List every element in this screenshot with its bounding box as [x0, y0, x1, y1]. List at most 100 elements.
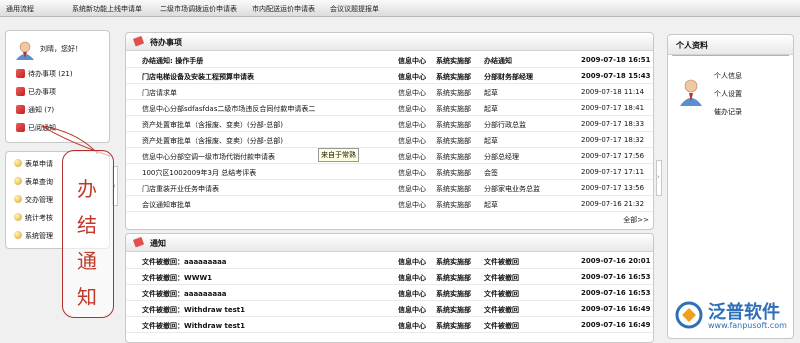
row-step: 办结通知	[484, 57, 512, 65]
row-time: 2009-07-16 16:53	[581, 289, 651, 297]
row-dept: 系统实施部	[436, 57, 471, 65]
row-title[interactable]: 文件被撤回：aaaaaaaaa	[142, 257, 227, 267]
menu-bullet-icon	[14, 231, 22, 239]
read-notice-icon	[16, 123, 25, 132]
row-title[interactable]: 资产处置审批单（含报废、变卖）(分部-总部)	[142, 120, 283, 130]
row-center: 信息中心	[398, 185, 426, 193]
table-row[interactable]: 办结通知: 操作手册 信息中心 系统实施部 办结通知 2009-07-18 16:51	[126, 52, 653, 68]
right-collapse-handle[interactable]: ›	[656, 160, 662, 196]
menu-bullet-icon	[14, 195, 22, 203]
row-center: 信息中心	[398, 201, 426, 209]
row-step: 分部总经理	[484, 153, 519, 161]
user-item-todo[interactable]: 待办事项 (21)	[16, 69, 73, 79]
todo-panel: 待办事项 办结通知: 操作手册 信息中心 系统实施部 办结通知 2009-07-18 1…	[125, 32, 654, 230]
row-title[interactable]: 文件被撤回：WWW1	[142, 273, 212, 283]
user-avatar-icon	[16, 41, 34, 60]
greeting: 刘晴，您好！	[40, 45, 82, 53]
profile-link-urge-records[interactable]: 催办记录	[714, 107, 742, 117]
table-row[interactable]: 信息中心分部空调一级市场代销付款申请表 信息中心 系统实施部 分部总经理 2009-07…	[126, 148, 653, 164]
table-row[interactable]: 资产处置审批单（含报废、变卖）(分部-总部) 信息中心 系统实施部 分部行政总监 200…	[126, 116, 653, 132]
row-title[interactable]: 文件被撤回：Withdraw test1	[142, 305, 245, 315]
table-row[interactable]: 门店重装开业任务申请表 信息中心 系统实施部 分部家电业务总监 2009-07-17 1…	[126, 180, 653, 196]
row-title[interactable]: 信息中心分部空调一级市场代销付款申请表	[142, 152, 275, 162]
menu-item-system[interactable]: 系统管理	[14, 231, 53, 241]
user-item-done[interactable]: 已办事项	[16, 87, 56, 97]
row-time: 2009-07-17 18:32	[581, 136, 645, 144]
table-row[interactable]: 会议通知审批单 信息中心 系统实施部 起草 2009-07-16 21:32	[126, 196, 653, 212]
profile-divider	[672, 55, 789, 56]
row-dept: 系统实施部	[436, 185, 471, 193]
top-menu-item[interactable]: 二级市场调拨运价申请表	[160, 4, 237, 14]
user-item-notice[interactable]: 通知 (7)	[16, 105, 54, 115]
row-title[interactable]: 文件被撤回：Withdraw test1	[142, 321, 245, 331]
row-step: 起草	[484, 137, 498, 145]
row-time: 2009-07-17 13:56	[581, 184, 645, 192]
notice-panel-icon	[133, 237, 144, 248]
todo-icon	[16, 69, 25, 78]
table-row[interactable]: 信息中心分部sdfasfdas二级市场违反合同付款申请表二 信息中心 系统实施部 起草…	[126, 100, 653, 116]
row-title[interactable]: 信息中心分部sdfasfdas二级市场违反合同付款申请表二	[142, 104, 315, 114]
row-title[interactable]: 办结通知: 操作手册	[142, 56, 203, 66]
menu-bullet-icon	[14, 213, 22, 221]
menu-item-assignment[interactable]: 交办管理	[14, 195, 53, 205]
table-row[interactable]: 资产处置审批单（含报废、变卖）(分部-总部) 信息中心 系统实施部 起草 2009-07…	[126, 132, 653, 148]
row-dept: 系统实施部	[436, 89, 471, 97]
menu-item-form-query[interactable]: 表单查询	[14, 177, 53, 187]
row-dept: 系统实施部	[436, 290, 471, 298]
row-time: 2009-07-16 20:01	[581, 257, 651, 265]
annotation-char: 办	[77, 177, 97, 201]
top-menu-item[interactable]: 市内配送运价申请表	[252, 4, 315, 14]
row-title[interactable]: 门店电梯设备及安装工程预算申请表	[142, 72, 254, 82]
notice-panel-header: 通知	[126, 234, 653, 252]
brand-logo-icon	[675, 301, 703, 329]
top-menu-item[interactable]: 会议议题提报单	[330, 4, 379, 14]
row-center: 信息中心	[398, 290, 426, 298]
row-step: 起草	[484, 89, 498, 97]
row-dept: 系统实施部	[436, 105, 471, 113]
profile-panel-header: 个人资料	[668, 35, 793, 55]
table-row[interactable]: 门店请求单 信息中心 系统实施部 起草 2009-07-18 11:14	[126, 84, 653, 100]
row-time: 2009-07-17 17:11	[581, 168, 645, 176]
row-title[interactable]: 文件被撤回：aaaaaaaaa	[142, 289, 227, 299]
row-title[interactable]: 门店请求单	[142, 88, 177, 98]
table-row[interactable]: 文件被撤回：Withdraw test1 信息中心 系统实施部 文件被撤回 2009-0…	[126, 317, 653, 333]
table-row[interactable]: 门店电梯设备及安装工程预算申请表 信息中心 系统实施部 分部财务部经理 2009-07-…	[126, 68, 653, 84]
row-step: 文件被撤回	[484, 258, 519, 266]
row-dept: 系统实施部	[436, 153, 471, 161]
table-row[interactable]: 文件被撤回：Withdraw test1 信息中心 系统实施部 文件被撤回 2009-0…	[126, 301, 653, 317]
top-menu-bar: 通用流程 系统新功能上线申请单 二级市场调拨运价申请表 市内配送运价申请表 会议…	[0, 0, 800, 17]
table-row[interactable]: 文件被撤回：aaaaaaaaa 信息中心 系统实施部 文件被撤回 2009-07-16 …	[126, 253, 653, 269]
row-center: 信息中心	[398, 169, 426, 177]
menu-item-statistics[interactable]: 统计考核	[14, 213, 53, 223]
row-center: 信息中心	[398, 105, 426, 113]
top-menu-item[interactable]: 通用流程	[6, 4, 34, 14]
notice-icon	[16, 105, 25, 114]
top-menu-item[interactable]: 系统新功能上线申请单	[72, 4, 142, 14]
row-time: 2009-07-18 11:14	[581, 88, 645, 96]
profile-link-settings[interactable]: 个人设置	[714, 89, 742, 99]
row-dept: 系统实施部	[436, 121, 471, 129]
row-time: 2009-07-17 18:41	[581, 104, 645, 112]
row-step: 文件被撤回	[484, 306, 519, 314]
row-step: 会签	[484, 169, 498, 177]
row-title[interactable]: 100穴区1002009年3月 总结考评表	[142, 168, 256, 178]
row-step: 文件被撤回	[484, 274, 519, 282]
todo-more-link[interactable]: 全部>>	[623, 215, 649, 225]
row-center: 信息中心	[398, 258, 426, 266]
row-center: 信息中心	[398, 306, 426, 314]
row-title[interactable]: 会议通知审批单	[142, 200, 191, 210]
profile-link-info[interactable]: 个人信息	[714, 71, 742, 81]
row-center: 信息中心	[398, 57, 426, 65]
row-title[interactable]: 资产处置审批单（含报废、变卖）(分部-总部)	[142, 136, 283, 146]
row-title[interactable]: 门店重装开业任务申请表	[142, 184, 219, 194]
table-row[interactable]: 100穴区1002009年3月 总结考评表 信息中心 系统实施部 会签 2009-07-…	[126, 164, 653, 180]
annotation-char: 知	[77, 285, 97, 309]
row-step: 文件被撤回	[484, 290, 519, 298]
row-center: 信息中心	[398, 89, 426, 97]
table-row[interactable]: 文件被撤回：WWW1 信息中心 系统实施部 文件被撤回 2009-07-16 16:53	[126, 269, 653, 285]
row-center: 信息中心	[398, 322, 426, 330]
table-row[interactable]: 文件被撤回：aaaaaaaaa 信息中心 系统实施部 文件被撤回 2009-07-16 …	[126, 285, 653, 301]
annotation-char: 通	[77, 249, 97, 273]
row-time: 2009-07-18 16:51	[581, 56, 651, 64]
row-time: 2009-07-17 17:56	[581, 152, 645, 160]
